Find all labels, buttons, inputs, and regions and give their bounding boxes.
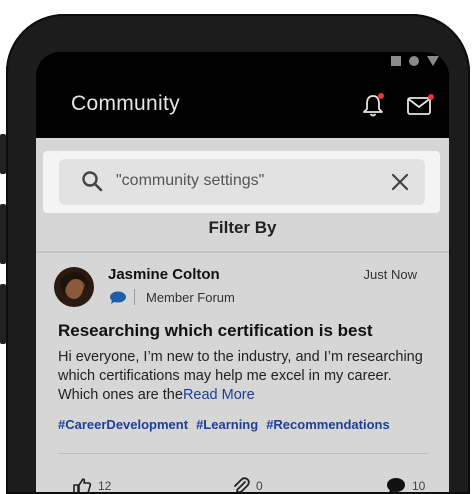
post-body: Hi everyone, I’m new to the industry, an…	[58, 348, 430, 405]
phone-side-button	[0, 134, 6, 174]
home-icon	[409, 56, 419, 66]
post-actions: 12 0 10	[36, 471, 449, 492]
main-content: "community settings" Filter By Jasmine C	[36, 138, 449, 492]
attachment-count: 0	[256, 479, 263, 492]
comment-icon	[387, 478, 405, 492]
bell-icon[interactable]	[360, 92, 386, 118]
filter-by-button[interactable]: Filter By	[36, 218, 449, 238]
avatar[interactable]	[54, 267, 94, 307]
chat-bubble-icon	[110, 291, 126, 304]
back-icon	[427, 56, 439, 66]
post-author[interactable]: Jasmine Colton	[108, 266, 220, 283]
avatar-face-icon	[60, 271, 89, 299]
tag-link[interactable]: #Learning	[196, 417, 258, 432]
post-time: Just Now	[363, 267, 417, 282]
post-card[interactable]: Jasmine Colton Just Now Member Forum Res…	[36, 253, 449, 492]
status-bar	[391, 56, 439, 66]
search-panel: "community settings"	[43, 151, 440, 213]
forum-name[interactable]: Member Forum	[146, 290, 235, 305]
phone-side-button	[0, 204, 6, 264]
attachment-button[interactable]: 0	[232, 477, 263, 492]
like-count: 12	[98, 479, 112, 492]
divider	[134, 289, 135, 305]
app-bar: Community	[36, 80, 449, 136]
like-button[interactable]: 12	[72, 477, 111, 492]
phone-side-button	[0, 284, 6, 344]
comment-button[interactable]: 10	[386, 477, 425, 492]
divider	[58, 453, 428, 454]
tag-list: #CareerDevelopment #Learning #Recommenda…	[58, 417, 390, 432]
mail-icon[interactable]	[406, 94, 434, 116]
page-title: Community	[71, 92, 180, 115]
close-icon[interactable]	[390, 172, 410, 192]
tag-link[interactable]: #CareerDevelopment	[58, 417, 188, 432]
post-title[interactable]: Researching which certification is best	[58, 321, 373, 341]
tag-link[interactable]: #Recommendations	[266, 417, 390, 432]
recent-apps-icon	[391, 56, 401, 66]
paperclip-icon	[234, 477, 250, 492]
search-query: "community settings"	[116, 172, 265, 189]
read-more-link[interactable]: Read More	[183, 387, 255, 403]
phone-screen: Community "community settings" Filter By…	[36, 52, 449, 492]
thumbs-up-icon	[73, 478, 92, 492]
search-input[interactable]: "community settings"	[59, 159, 425, 205]
comment-count: 10	[412, 479, 426, 492]
search-icon	[82, 171, 103, 192]
phone-frame: Community "community settings" Filter By…	[0, 14, 470, 494]
